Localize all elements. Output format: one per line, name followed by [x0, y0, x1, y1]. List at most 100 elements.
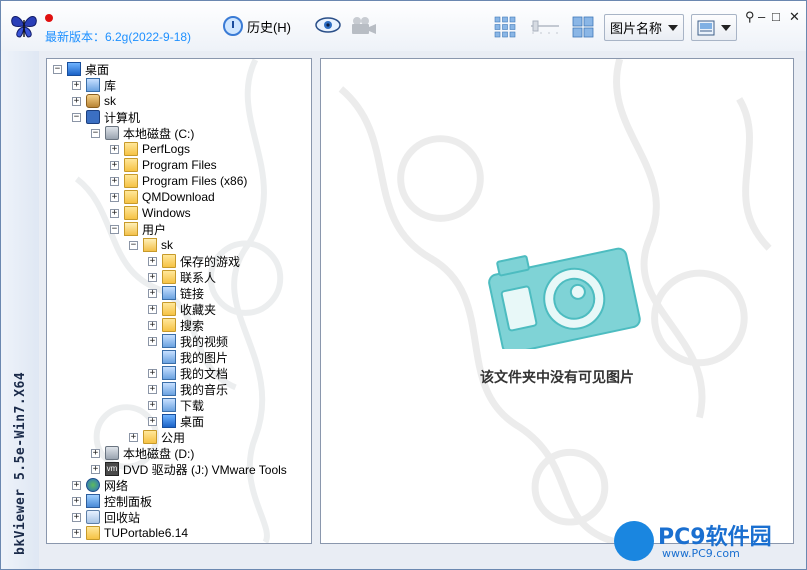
recycle-bin-icon [86, 510, 100, 524]
tree-node-label: 我的音乐 [180, 382, 229, 397]
tree-node[interactable]: + 公用 [129, 429, 185, 445]
image-view-panel[interactable]: 该文件夹中没有可见图片 [320, 58, 794, 544]
tree-node[interactable]: − 用户 [110, 221, 166, 237]
expand-toggle-icon[interactable]: + [72, 496, 81, 506]
folder-icon [143, 430, 157, 444]
tree-node[interactable]: + 保存的游戏 [148, 253, 240, 269]
expand-toggle-icon[interactable]: + [148, 256, 157, 266]
tree-node[interactable]: + 本地磁盘 (D:) [91, 445, 194, 461]
collapse-toggle-icon[interactable]: − [53, 64, 62, 74]
tree-node-label: 联系人 [180, 270, 217, 285]
collapse-toggle-icon[interactable]: − [110, 224, 119, 234]
drive-icon [105, 446, 119, 460]
tree-node[interactable]: + 收藏夹 [148, 301, 216, 317]
collapse-toggle-icon[interactable]: − [129, 240, 138, 250]
eye-icon[interactable] [315, 17, 341, 33]
tree-node[interactable]: + sk [72, 93, 116, 109]
collapse-toggle-icon[interactable]: − [91, 128, 100, 138]
folder-icon [143, 238, 157, 252]
expand-toggle-icon[interactable]: + [72, 480, 81, 490]
tree-node-label: 库 [104, 78, 117, 93]
folder-tree[interactable]: − 桌面 + 库 + sk − 计算机 − 本地磁盘 (C:) + PerfLogs + Program … [46, 58, 312, 544]
site-watermark: PC9软件园 www.PC9.com [610, 517, 800, 567]
brand-logo-icon [614, 521, 654, 561]
tree-node-label: 保存的游戏 [180, 254, 241, 269]
tree-node[interactable]: − 桌面 [53, 61, 109, 77]
expand-toggle-icon[interactable]: + [148, 320, 157, 330]
tree-node[interactable]: − 计算机 [72, 109, 140, 125]
tree-node[interactable]: + 下载 [148, 397, 204, 413]
side-title-bar: bkViewer 5.5e-Win7.X64 [1, 51, 39, 569]
close-button[interactable]: ✕ [789, 9, 800, 25]
collapse-toggle-icon[interactable]: − [72, 112, 81, 122]
expand-toggle-icon[interactable]: + [129, 432, 138, 442]
thumbnail-grid-icon[interactable] [494, 16, 516, 38]
tree-node[interactable]: + PerfLogs [110, 141, 190, 157]
expand-toggle-icon[interactable]: + [91, 464, 100, 474]
tree-node[interactable]: + QMDownload [110, 189, 215, 205]
tree-node-label: sk [104, 94, 116, 108]
tree-node[interactable]: + Program Files [110, 157, 217, 173]
tree-node[interactable]: + 我的文档 [148, 365, 228, 381]
tree-node[interactable]: + 回收站 [72, 509, 140, 525]
expand-toggle-icon[interactable]: + [148, 416, 157, 426]
tree-node-label: 我的视频 [180, 334, 229, 349]
restore-button[interactable]: □ [772, 9, 780, 24]
expand-toggle-icon[interactable]: + [110, 160, 119, 170]
camera-placeholder-icon [488, 247, 641, 349]
folder-icon [124, 190, 138, 204]
sort-select-value: 图片名称 [609, 21, 662, 36]
tree-node[interactable]: + 链接 [148, 285, 204, 301]
tree-node[interactable]: − sk [129, 237, 173, 253]
expand-toggle-icon[interactable]: + [91, 448, 100, 458]
expand-toggle-icon[interactable]: + [72, 512, 81, 522]
tree-node[interactable]: + vm DVD 驱动器 (J:) VMware Tools [91, 461, 287, 477]
dvd-icon: vm [105, 462, 119, 476]
expand-toggle-icon[interactable]: + [72, 96, 81, 106]
tree-node[interactable]: + 网络 [72, 477, 128, 493]
expand-toggle-icon[interactable]: + [110, 208, 119, 218]
expand-toggle-icon[interactable]: + [148, 400, 157, 410]
tree-node[interactable]: + 控制面板 [72, 493, 152, 509]
links-icon [162, 286, 176, 300]
expand-toggle-icon[interactable]: + [110, 144, 119, 154]
expand-toggle-icon[interactable]: + [148, 288, 157, 298]
tree-node[interactable]: + 联系人 [148, 269, 216, 285]
expand-toggle-icon[interactable]: + [148, 272, 157, 282]
sort-select[interactable]: 图片名称 [604, 14, 684, 41]
expand-toggle-icon[interactable]: + [148, 336, 157, 346]
minimize-button[interactable]: – [758, 9, 765, 24]
toolbar: 最新版本：6.2g(2022-9-18) 历史(H) 图片名称 ⚲ – □ ✕ [1, 1, 806, 51]
update-indicator [45, 14, 53, 22]
video-camera-icon[interactable] [349, 15, 377, 37]
tree-node-label: Program Files (x86) [142, 174, 248, 188]
tree-node[interactable]: + Program Files (x86) [110, 173, 247, 189]
tree-node[interactable]: − 本地磁盘 (C:) [91, 125, 194, 141]
large-grid-icon[interactable] [572, 16, 594, 38]
tree-node[interactable]: + 我的音乐 [148, 381, 228, 397]
documents-icon [162, 366, 176, 380]
history-button[interactable]: 历史(H) [216, 9, 298, 43]
expand-toggle-icon[interactable]: + [148, 384, 157, 394]
pin-icon[interactable]: ⚲ [745, 9, 755, 25]
contacts-icon [162, 270, 176, 284]
computer-icon [86, 110, 100, 124]
thumbnail-size-slider[interactable] [529, 18, 561, 34]
tree-node[interactable]: + 桌面 [148, 413, 204, 429]
tree-node[interactable]: + 我的视频 [148, 333, 228, 349]
folder-icon [124, 206, 138, 220]
tree-node[interactable]: + TUPortable6.14 [72, 525, 188, 541]
version-link[interactable]: 最新版本：6.2g(2022-9-18) [45, 28, 191, 45]
expand-toggle-icon[interactable]: + [110, 176, 119, 186]
tree-node[interactable]: + 搜索 [148, 317, 204, 333]
view-mode-select[interactable] [691, 14, 737, 41]
tree-node[interactable]: 我的图片 [148, 349, 228, 365]
expand-toggle-icon[interactable]: + [72, 528, 81, 538]
tree-node[interactable]: + 库 [72, 77, 116, 93]
folder-icon [124, 174, 138, 188]
expand-toggle-icon[interactable]: + [110, 192, 119, 202]
tree-node[interactable]: + Windows [110, 205, 191, 221]
expand-toggle-icon[interactable]: + [72, 80, 81, 90]
expand-toggle-icon[interactable]: + [148, 368, 157, 378]
expand-toggle-icon[interactable]: + [148, 304, 157, 314]
